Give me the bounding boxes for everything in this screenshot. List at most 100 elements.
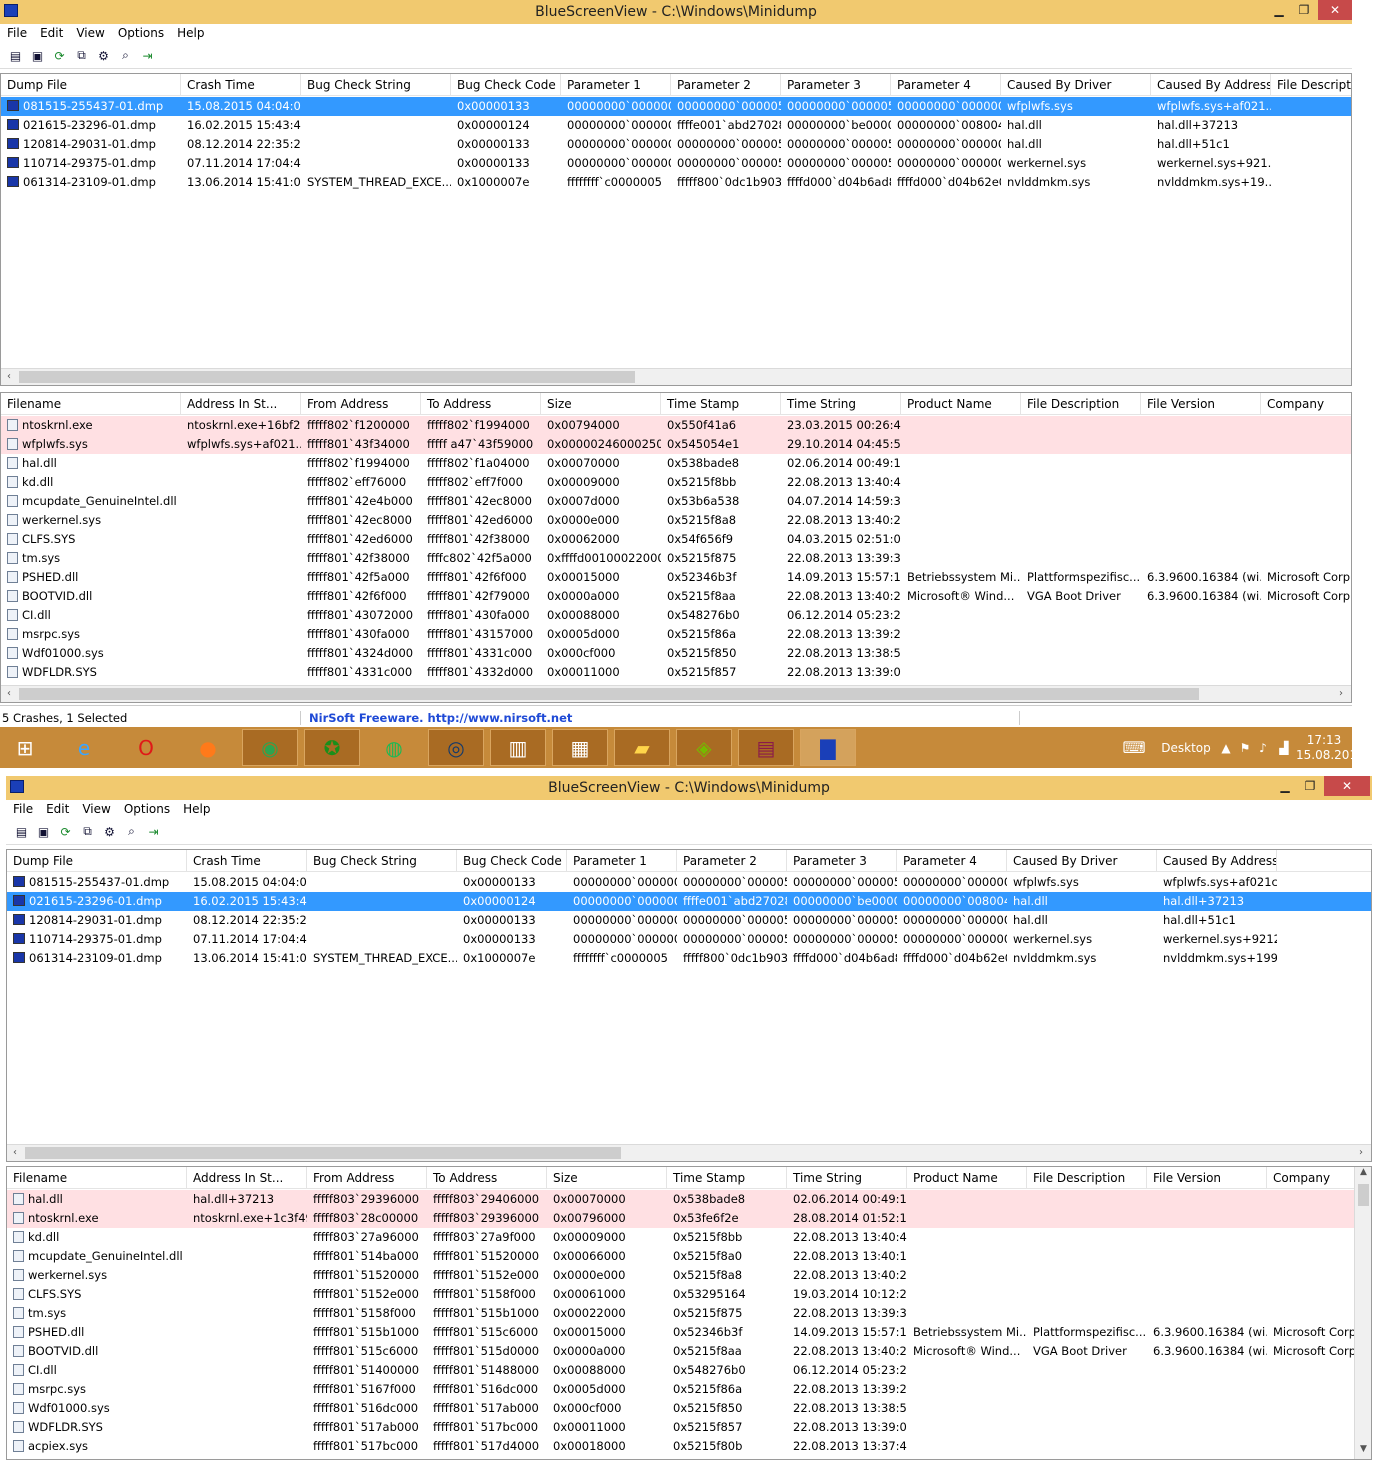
exit-icon[interactable]: ⇥ xyxy=(144,822,163,841)
column-header-parameter-3[interactable]: Parameter 3 xyxy=(787,850,897,872)
column-header-file-description[interactable]: File Description xyxy=(1027,1167,1147,1189)
column-header-bug-check-string[interactable]: Bug Check String xyxy=(301,74,451,96)
volume-icon[interactable]: ♪ xyxy=(1254,741,1272,755)
chrome-icon[interactable]: ◉ xyxy=(242,729,298,766)
dump-horizontal-scrollbar[interactable]: ‹ xyxy=(1,368,1351,385)
module-row[interactable]: WDFLDR.SYS fffff801`517ab000 fffff801`517b… xyxy=(7,1418,1354,1437)
scroll-left-icon[interactable]: ‹ xyxy=(1,369,17,385)
properties-icon[interactable]: ▤ xyxy=(12,822,31,841)
menu-options[interactable]: Options xyxy=(117,802,176,816)
scroll-thumb[interactable] xyxy=(1358,1184,1369,1206)
menu-help[interactable]: Help xyxy=(176,802,216,816)
column-header-caused-by-driver[interactable]: Caused By Driver xyxy=(1007,850,1157,872)
module-row[interactable]: CI.dll fffff801`51400000 fffff801`51488000… xyxy=(7,1361,1354,1380)
column-header-parameter-1[interactable]: Parameter 1 xyxy=(567,850,677,872)
column-header-parameter-2[interactable]: Parameter 2 xyxy=(671,74,781,96)
dump-row[interactable]: 061314-23109-01.dmp 13.06.2014 15:41:08 SY… xyxy=(1,173,1351,192)
photo-icon[interactable]: ▦ xyxy=(552,729,608,766)
column-header-caused-by-address[interactable]: Caused By Address xyxy=(1157,850,1277,872)
module-row[interactable]: werkernel.sys fffff801`51520000 fffff801`5… xyxy=(7,1266,1354,1285)
scroll-left-icon[interactable]: ‹ xyxy=(1,686,17,702)
copy-icon[interactable]: ⧉ xyxy=(72,46,91,65)
menu-file[interactable]: File xyxy=(0,26,33,40)
minimize-icon[interactable]: ▁ xyxy=(1266,0,1292,20)
column-header-from-address[interactable]: From Address xyxy=(307,1167,427,1189)
menu-edit[interactable]: Edit xyxy=(39,802,75,816)
find-icon[interactable]: ⌕ xyxy=(116,46,135,65)
column-header-parameter-2[interactable]: Parameter 2 xyxy=(677,850,787,872)
dump-row[interactable]: 081515-255437-01.dmp 15.08.2015 04:04:02 0… xyxy=(7,873,1371,892)
maximize-icon[interactable]: ❐ xyxy=(1292,0,1316,20)
module-row[interactable]: WDFLDR.SYS fffff801`4331c000 fffff801`4332… xyxy=(1,663,1351,682)
flag-icon[interactable]: ⚑ xyxy=(1236,741,1254,755)
column-header-address-in-st[interactable]: Address In St... xyxy=(187,1167,307,1189)
module-row[interactable]: ntoskrnl.exe ntoskrnl.exe+16bf28 fffff802`… xyxy=(1,416,1351,435)
xbox-icon[interactable]: ✪ xyxy=(304,729,360,766)
start-icon[interactable]: ⊞ xyxy=(0,729,50,766)
nvidia-icon[interactable]: ◈ xyxy=(676,729,732,766)
dump-row[interactable]: 110714-29375-01.dmp 07.11.2014 17:04:49 0x… xyxy=(1,154,1351,173)
bluescreenview-icon[interactable]: ▇ xyxy=(800,729,856,766)
module-vertical-scrollbar[interactable]: ▲ ▼ xyxy=(1354,1167,1371,1459)
module-row[interactable]: kd.dll fffff802`eff76000 fffff802`eff7f000… xyxy=(1,473,1351,492)
scroll-thumb[interactable] xyxy=(19,688,1199,700)
module-row[interactable]: BOOTVID.dll fffff801`42f6f000 fffff801`42f… xyxy=(1,587,1351,606)
column-header-time-string[interactable]: Time String xyxy=(787,1167,907,1189)
dump-row[interactable]: 120814-29031-01.dmp 08.12.2014 22:35:21 0x… xyxy=(1,135,1351,154)
column-header-file-description[interactable]: File Description xyxy=(1271,74,1351,96)
column-header-crash-time[interactable]: Crash Time xyxy=(181,74,301,96)
column-header-to-address[interactable]: To Address xyxy=(421,393,541,415)
column-header-parameter-3[interactable]: Parameter 3 xyxy=(781,74,891,96)
column-header-address-in-st[interactable]: Address In St... xyxy=(181,393,301,415)
exit-icon[interactable]: ⇥ xyxy=(138,46,157,65)
module-row[interactable]: PSHED.dll fffff801`42f5a000 fffff801`42f6f… xyxy=(1,568,1351,587)
dump-row[interactable]: 110714-29375-01.dmp 07.11.2014 17:04:49 0x… xyxy=(7,930,1371,949)
module-row[interactable]: mcupdate_GenuineIntel.dll fffff801`42e4b0… xyxy=(1,492,1351,511)
scroll-down-icon[interactable]: ▼ xyxy=(1355,1444,1371,1459)
column-header-time-string[interactable]: Time String xyxy=(781,393,901,415)
dump-row[interactable]: 081515-255437-01.dmp 15.08.2015 04:04:02 0… xyxy=(1,97,1351,116)
column-header-from-address[interactable]: From Address xyxy=(301,393,421,415)
column-header-filename[interactable]: Filename xyxy=(7,1167,187,1189)
menu-options[interactable]: Options xyxy=(111,26,170,40)
module-row[interactable]: msrpc.sys fffff801`5167f000 fffff801`516dc… xyxy=(7,1380,1354,1399)
find-icon[interactable]: ⌕ xyxy=(122,822,141,841)
menu-help[interactable]: Help xyxy=(170,26,210,40)
module-row[interactable]: Wdf01000.sys fffff801`4324d000 fffff801`43… xyxy=(1,644,1351,663)
column-header-product-name[interactable]: Product Name xyxy=(901,393,1021,415)
save-icon[interactable]: ▣ xyxy=(34,822,53,841)
maximize-icon[interactable]: ❐ xyxy=(1298,776,1322,796)
column-header-dump-file[interactable]: Dump File xyxy=(7,850,187,872)
title-bar[interactable]: BlueScreenView - C:\Windows\Minidump ▁ ❐… xyxy=(0,0,1352,24)
module-row[interactable]: msrpc.sys fffff801`430fa000 fffff801`43157… xyxy=(1,625,1351,644)
explorer-icon[interactable]: ▰ xyxy=(614,729,670,766)
column-header-dump-file[interactable]: Dump File xyxy=(1,74,181,96)
module-row[interactable]: CLFS.SYS fffff801`42ed6000 fffff801`42f380… xyxy=(1,530,1351,549)
close-icon[interactable]: ✕ xyxy=(1324,776,1370,796)
spotify-icon[interactable]: ◍ xyxy=(366,729,422,766)
column-header-parameter-1[interactable]: Parameter 1 xyxy=(561,74,671,96)
save-icon[interactable]: ▣ xyxy=(28,46,47,65)
installer-icon[interactable]: ▥ xyxy=(490,729,546,766)
column-header-parameter-4[interactable]: Parameter 4 xyxy=(897,850,1007,872)
module-horizontal-scrollbar[interactable]: ‹ › xyxy=(1,685,1351,702)
module-row[interactable]: Wdf01000.sys fffff801`516dc000 fffff801`51… xyxy=(7,1399,1354,1418)
nirsoft-link[interactable]: NirSoft Freeware. http://www.nirsoft.net xyxy=(300,710,1020,725)
title-bar[interactable]: BlueScreenView - C:\Windows\Minidump ▁ ❐… xyxy=(6,776,1372,800)
opera-icon[interactable]: O xyxy=(118,729,174,766)
column-header-bug-check-code[interactable]: Bug Check Code xyxy=(451,74,561,96)
module-row[interactable]: hal.dll hal.dll+37213 fffff803`29396000 fff… xyxy=(7,1190,1354,1209)
clock[interactable]: 17:13 15.08.2015 xyxy=(1296,733,1365,763)
module-row[interactable]: hal.dll fffff802`f1994000 fffff802`f1a0400… xyxy=(1,454,1351,473)
column-header-size[interactable]: Size xyxy=(541,393,661,415)
column-header-parameter-4[interactable]: Parameter 4 xyxy=(891,74,1001,96)
scroll-thumb[interactable] xyxy=(19,371,635,383)
refresh-icon[interactable]: ⟳ xyxy=(50,46,69,65)
column-header-to-address[interactable]: To Address xyxy=(427,1167,547,1189)
dump-row[interactable]: 061314-23109-01.dmp 13.06.2014 15:41:08 SY… xyxy=(7,949,1371,968)
column-header-file-version[interactable]: File Version xyxy=(1141,393,1261,415)
column-header-company[interactable]: Company xyxy=(1261,393,1351,415)
firefox-icon[interactable]: ● xyxy=(180,729,236,766)
module-row[interactable]: CI.dll fffff801`43072000 fffff801`430fa000… xyxy=(1,606,1351,625)
dump-row[interactable]: 021615-23296-01.dmp 16.02.2015 15:43:44 0x… xyxy=(1,116,1351,135)
